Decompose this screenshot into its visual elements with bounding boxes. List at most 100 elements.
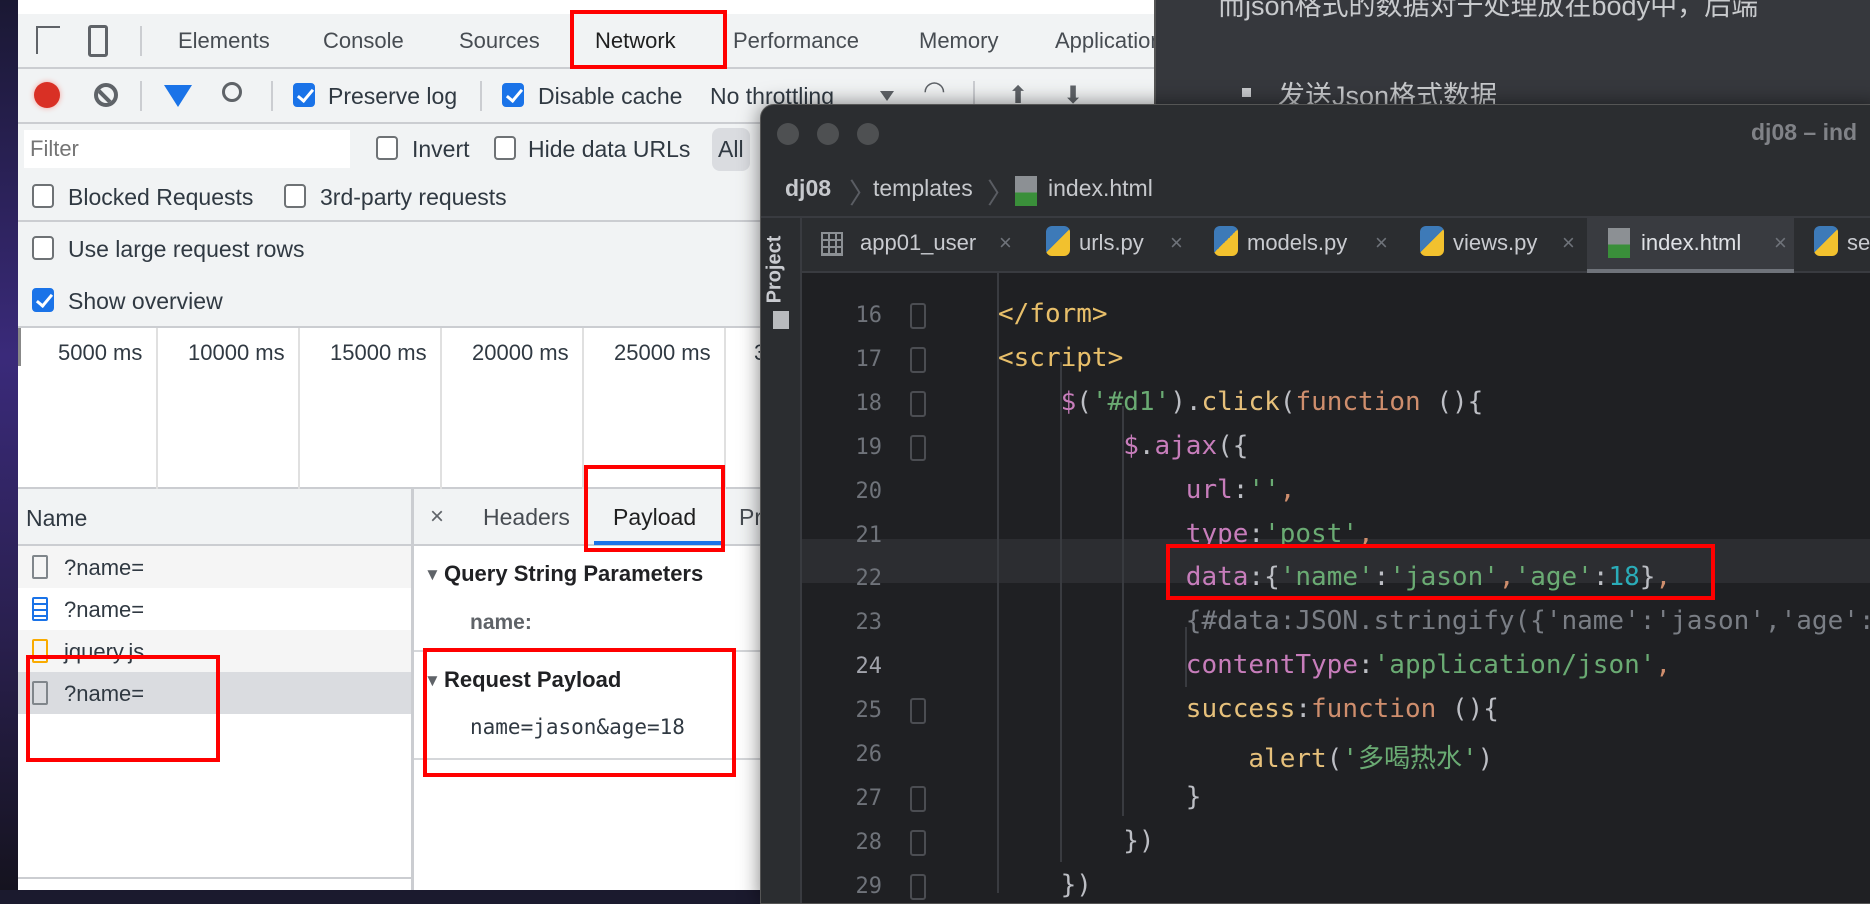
fold-marker-icon[interactable] bbox=[910, 346, 926, 373]
minimize-window-button[interactable] bbox=[817, 123, 839, 145]
tab-console[interactable]: Console bbox=[323, 28, 404, 54]
annotation-box-request-row bbox=[26, 655, 220, 762]
inspect-element-icon[interactable] bbox=[36, 26, 60, 54]
code-token: '' bbox=[1248, 474, 1280, 505]
close-icon[interactable]: × bbox=[430, 503, 444, 531]
tab-sources[interactable]: Sources bbox=[459, 28, 540, 54]
request-row[interactable]: ?name= bbox=[18, 588, 411, 630]
collapse-triangle-icon[interactable]: ▼ bbox=[424, 565, 441, 585]
code-token: ). bbox=[1170, 386, 1202, 417]
tab-index-html-active[interactable]: index.html × bbox=[1587, 218, 1794, 273]
clear-icon[interactable] bbox=[94, 83, 118, 107]
python-file-icon bbox=[1814, 226, 1838, 256]
code-line: alert('多喝热水') bbox=[1248, 738, 1493, 775]
code-token: ({ bbox=[1217, 430, 1249, 461]
folder-icon bbox=[773, 311, 789, 329]
query-string-section[interactable]: Query String Parameters bbox=[444, 561, 703, 587]
code-line: {#data:JSON.stringify({'name':'jason','a… bbox=[1186, 606, 1870, 636]
search-icon[interactable] bbox=[222, 82, 242, 102]
blocked-requests-checkbox[interactable] bbox=[32, 184, 54, 208]
name-column-header[interactable]: Name bbox=[18, 489, 411, 546]
tab-headers[interactable]: Headers bbox=[483, 504, 570, 531]
filter-type-all[interactable]: All bbox=[712, 128, 750, 171]
breadcrumb-project[interactable]: dj08 bbox=[785, 175, 831, 202]
hide-data-urls-label: Hide data URLs bbox=[528, 136, 691, 162]
close-tab-icon[interactable]: × bbox=[1375, 230, 1388, 256]
show-overview-label: Show overview bbox=[68, 288, 223, 314]
chevron-down-icon[interactable] bbox=[880, 91, 894, 101]
line-number: 25 bbox=[855, 698, 883, 724]
code-token: } bbox=[1185, 781, 1202, 812]
preserve-log-checkbox[interactable] bbox=[293, 83, 315, 107]
third-party-label: 3rd-party requests bbox=[320, 184, 507, 210]
code-token: function bbox=[1295, 386, 1421, 417]
line-number: 28 bbox=[855, 829, 883, 855]
code-token: $ bbox=[1123, 430, 1139, 461]
tab-elements[interactable]: Elements bbox=[178, 28, 270, 54]
fold-marker-icon[interactable] bbox=[910, 829, 926, 856]
close-tab-icon[interactable]: × bbox=[1170, 230, 1183, 256]
close-tab-icon[interactable]: × bbox=[999, 230, 1012, 256]
code-token: , bbox=[1655, 650, 1672, 681]
tab-preview[interactable]: Pr bbox=[739, 504, 762, 531]
fold-marker-icon[interactable] bbox=[910, 434, 926, 461]
code-token: '#d1' bbox=[1091, 386, 1171, 417]
breadcrumb-folder[interactable]: templates bbox=[873, 175, 973, 202]
code-token: . bbox=[1138, 430, 1155, 461]
document-background: 而json格式的数据对于处理放在body中，后端 发送Json格式数据 bbox=[1154, 0, 1870, 111]
line-number: 17 bbox=[855, 346, 883, 372]
invert-label: Invert bbox=[412, 136, 470, 162]
fold-marker-icon[interactable] bbox=[910, 785, 926, 812]
close-window-button[interactable] bbox=[777, 123, 799, 145]
fold-marker-icon[interactable] bbox=[910, 303, 926, 329]
table-icon bbox=[821, 232, 843, 256]
code-line: success:function (){ bbox=[1186, 694, 1499, 724]
bullet-icon bbox=[1242, 88, 1251, 97]
code-token: {#data:JSON.stringify({'name':'jason','a… bbox=[1185, 606, 1870, 637]
line-number: 20 bbox=[855, 478, 883, 504]
disable-cache-checkbox[interactable] bbox=[502, 83, 524, 107]
code-token: '多喝热水' bbox=[1342, 744, 1478, 774]
invert-checkbox[interactable] bbox=[376, 136, 398, 160]
code-token: : bbox=[1357, 650, 1374, 681]
html-document-icon bbox=[32, 597, 48, 621]
code-token: success bbox=[1185, 694, 1296, 725]
device-toolbar-icon[interactable] bbox=[88, 25, 108, 57]
third-party-checkbox[interactable] bbox=[284, 184, 306, 208]
python-file-icon bbox=[1420, 226, 1444, 256]
code-token: $ bbox=[1060, 386, 1077, 417]
line-number: 24 bbox=[855, 654, 883, 680]
zoom-window-button[interactable] bbox=[857, 123, 879, 145]
hide-data-urls-checkbox[interactable] bbox=[494, 136, 516, 160]
document-icon bbox=[32, 555, 48, 579]
project-tool-strip[interactable]: Project bbox=[761, 218, 802, 903]
code-line: <script> bbox=[998, 343, 1123, 373]
tab-performance[interactable]: Performance bbox=[733, 28, 859, 54]
code-token: (){ bbox=[1420, 386, 1484, 417]
breadcrumb-file[interactable]: index.html bbox=[1048, 175, 1153, 202]
large-rows-checkbox[interactable] bbox=[32, 236, 54, 260]
show-overview-checkbox[interactable] bbox=[32, 288, 54, 312]
timeline-tick: 25000 ms bbox=[614, 340, 711, 365]
fold-marker-icon[interactable] bbox=[910, 873, 926, 900]
close-tab-icon[interactable]: × bbox=[1774, 230, 1787, 256]
filter-input[interactable] bbox=[24, 130, 350, 168]
line-number: 22 bbox=[855, 566, 883, 592]
fold-marker-icon[interactable] bbox=[910, 698, 926, 725]
fold-marker-icon[interactable] bbox=[910, 390, 926, 417]
code-token: (){ bbox=[1436, 694, 1499, 725]
tab-application[interactable]: Application bbox=[1055, 28, 1154, 54]
network-conditions-icon[interactable]: ◠ bbox=[923, 75, 946, 106]
annotation-box-network-tab bbox=[570, 10, 727, 69]
tab-memory[interactable]: Memory bbox=[919, 28, 998, 54]
record-icon[interactable] bbox=[34, 82, 60, 108]
blocked-requests-label: Blocked Requests bbox=[68, 184, 254, 210]
query-param-name: name: bbox=[470, 611, 532, 634]
line-number: 26 bbox=[855, 742, 883, 767]
request-row[interactable]: ?name= bbox=[18, 546, 411, 588]
project-tool-label[interactable]: Project bbox=[763, 236, 786, 304]
close-tab-icon[interactable]: × bbox=[1562, 230, 1575, 256]
line-number: 16 bbox=[855, 303, 883, 328]
breadcrumb-separator-icon: 〉 bbox=[987, 178, 1016, 209]
filter-icon[interactable] bbox=[164, 85, 192, 107]
